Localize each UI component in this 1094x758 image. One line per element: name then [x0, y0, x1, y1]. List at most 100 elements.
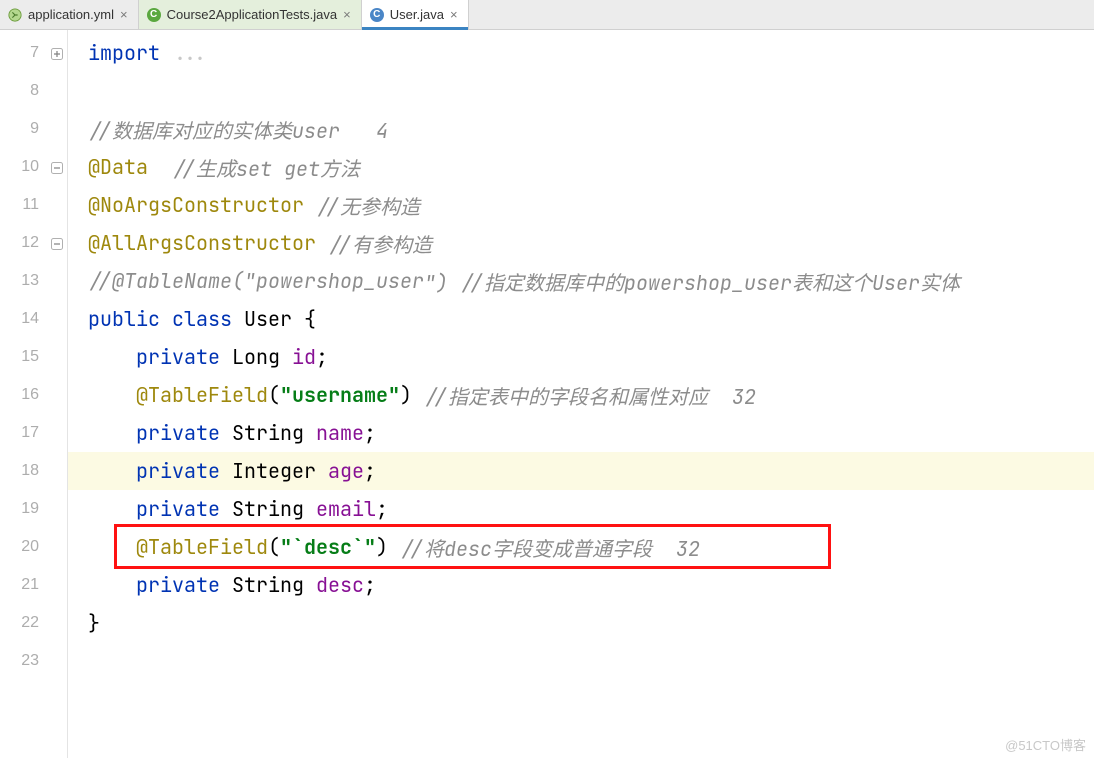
code-line[interactable]: @TableField("username") //指定表中的字段名和属性对应 …	[68, 376, 1094, 414]
line-number: 15	[0, 338, 67, 376]
code-token: ;	[364, 420, 376, 446]
tab-label: User.java	[390, 7, 444, 22]
code-token: @AllArgsConstructor	[88, 230, 316, 256]
code-line[interactable]: @NoArgsConstructor //无参构造	[68, 186, 1094, 224]
code-token: private	[136, 420, 232, 446]
line-number: 19	[0, 490, 67, 528]
code-line[interactable]: private String desc;	[68, 566, 1094, 604]
code-token: ") //指定数据库中的powershop_user表和这个User实体	[424, 267, 960, 296]
code-line[interactable]	[68, 72, 1094, 110]
code-token: }	[88, 610, 100, 636]
editor: 7891011121314151617181920212223 import .…	[0, 30, 1094, 758]
code-token: //@TableName("	[88, 268, 256, 294]
fold-collapse-icon[interactable]	[51, 161, 63, 173]
code-line[interactable]: //@TableName("powershop_user") //指定数据库中的…	[68, 262, 1094, 300]
code-token: {	[292, 306, 316, 332]
line-number: 18	[0, 452, 67, 490]
code-token	[316, 230, 328, 256]
yaml-icon	[8, 8, 22, 22]
close-icon[interactable]: ×	[120, 8, 128, 21]
code-token: email	[316, 496, 376, 522]
tab-user-java[interactable]: C User.java ×	[362, 0, 469, 29]
code-token: Long	[232, 344, 292, 370]
line-number: 20	[0, 528, 67, 566]
line-number: 9	[0, 110, 67, 148]
code-token: @NoArgsConstructor	[88, 192, 304, 218]
code-line[interactable]: }	[68, 604, 1094, 642]
code-token: ;	[364, 572, 376, 598]
code-token: User	[244, 306, 292, 332]
tab-label: application.yml	[28, 7, 114, 22]
code-line[interactable]: @Data //生成set get方法	[68, 148, 1094, 186]
code-token: //指定表中的字段名和属性对应 32	[424, 381, 756, 410]
ide-root: application.yml × C Course2ApplicationTe…	[0, 0, 1094, 758]
code-token: desc	[316, 572, 364, 598]
code-token: //有参构造	[328, 229, 432, 258]
code-token: private	[136, 458, 232, 484]
code-token	[412, 382, 424, 408]
code-token: powershop_user	[256, 268, 424, 294]
code-token: //无参构造	[316, 191, 420, 220]
code-line[interactable]: @AllArgsConstructor //有参构造	[68, 224, 1094, 262]
code-token: public class	[88, 306, 244, 332]
line-number: 12	[0, 224, 67, 262]
fold-collapse-icon[interactable]	[51, 237, 63, 249]
line-number-gutter: 7891011121314151617181920212223	[0, 30, 68, 758]
tab-course2-tests[interactable]: C Course2ApplicationTests.java ×	[139, 0, 362, 29]
code-line[interactable]: public class User {	[68, 300, 1094, 338]
code-token: //数据库对应的实体类user 4	[88, 115, 388, 144]
tab-bar: application.yml × C Course2ApplicationTe…	[0, 0, 1094, 30]
code-token: //生成set get方法	[172, 153, 360, 182]
tab-label: Course2ApplicationTests.java	[167, 7, 338, 22]
code-token: String	[232, 420, 316, 446]
code-token: private	[136, 344, 232, 370]
code-token: ...	[172, 40, 208, 66]
close-icon[interactable]: ×	[450, 8, 458, 21]
line-number: 23	[0, 642, 67, 680]
code-line[interactable]: import ...	[68, 34, 1094, 72]
line-number: 21	[0, 566, 67, 604]
line-number: 13	[0, 262, 67, 300]
code-token: @TableField	[136, 382, 268, 408]
code-token	[148, 154, 172, 180]
code-line[interactable]: private String email;	[68, 490, 1094, 528]
code-line[interactable]: //数据库对应的实体类user 4	[68, 110, 1094, 148]
code-token: )	[400, 382, 412, 408]
close-icon[interactable]: ×	[343, 8, 351, 21]
line-number: 8	[0, 72, 67, 110]
code-token: (	[268, 382, 280, 408]
watermark-text: @51CTO博客	[1005, 735, 1086, 754]
line-number: 17	[0, 414, 67, 452]
line-number: 10	[0, 148, 67, 186]
code-token: String	[232, 572, 316, 598]
line-number: 14	[0, 300, 67, 338]
line-number: 22	[0, 604, 67, 642]
code-line[interactable]: private String name;	[68, 414, 1094, 452]
code-token: name	[316, 420, 364, 446]
code-token: ;	[364, 458, 376, 484]
line-number: 7	[0, 34, 67, 72]
code-token: @Data	[88, 154, 148, 180]
code-token: age	[328, 458, 364, 484]
line-number: 11	[0, 186, 67, 224]
highlight-annotation-box	[114, 524, 831, 569]
tab-application-yml[interactable]: application.yml ×	[0, 0, 139, 29]
code-token: private	[136, 572, 232, 598]
code-line[interactable]	[68, 642, 1094, 680]
code-line[interactable]: private Integer age;	[68, 452, 1094, 490]
code-token: ;	[316, 344, 328, 370]
java-class-icon: C	[147, 8, 161, 22]
code-token	[304, 192, 316, 218]
code-token: import	[88, 40, 172, 66]
code-token: private	[136, 496, 232, 522]
code-area[interactable]: import ... //数据库对应的实体类user 4 @Data //生成set…	[68, 30, 1094, 758]
code-token: "username"	[280, 382, 400, 408]
code-line[interactable]: private Long id;	[68, 338, 1094, 376]
line-number: 16	[0, 376, 67, 414]
code-token: id	[292, 344, 316, 370]
code-token: String	[232, 496, 316, 522]
fold-expand-icon[interactable]	[51, 47, 63, 59]
java-class-icon: C	[370, 8, 384, 22]
code-token: ;	[376, 496, 388, 522]
code-token: Integer	[232, 458, 328, 484]
